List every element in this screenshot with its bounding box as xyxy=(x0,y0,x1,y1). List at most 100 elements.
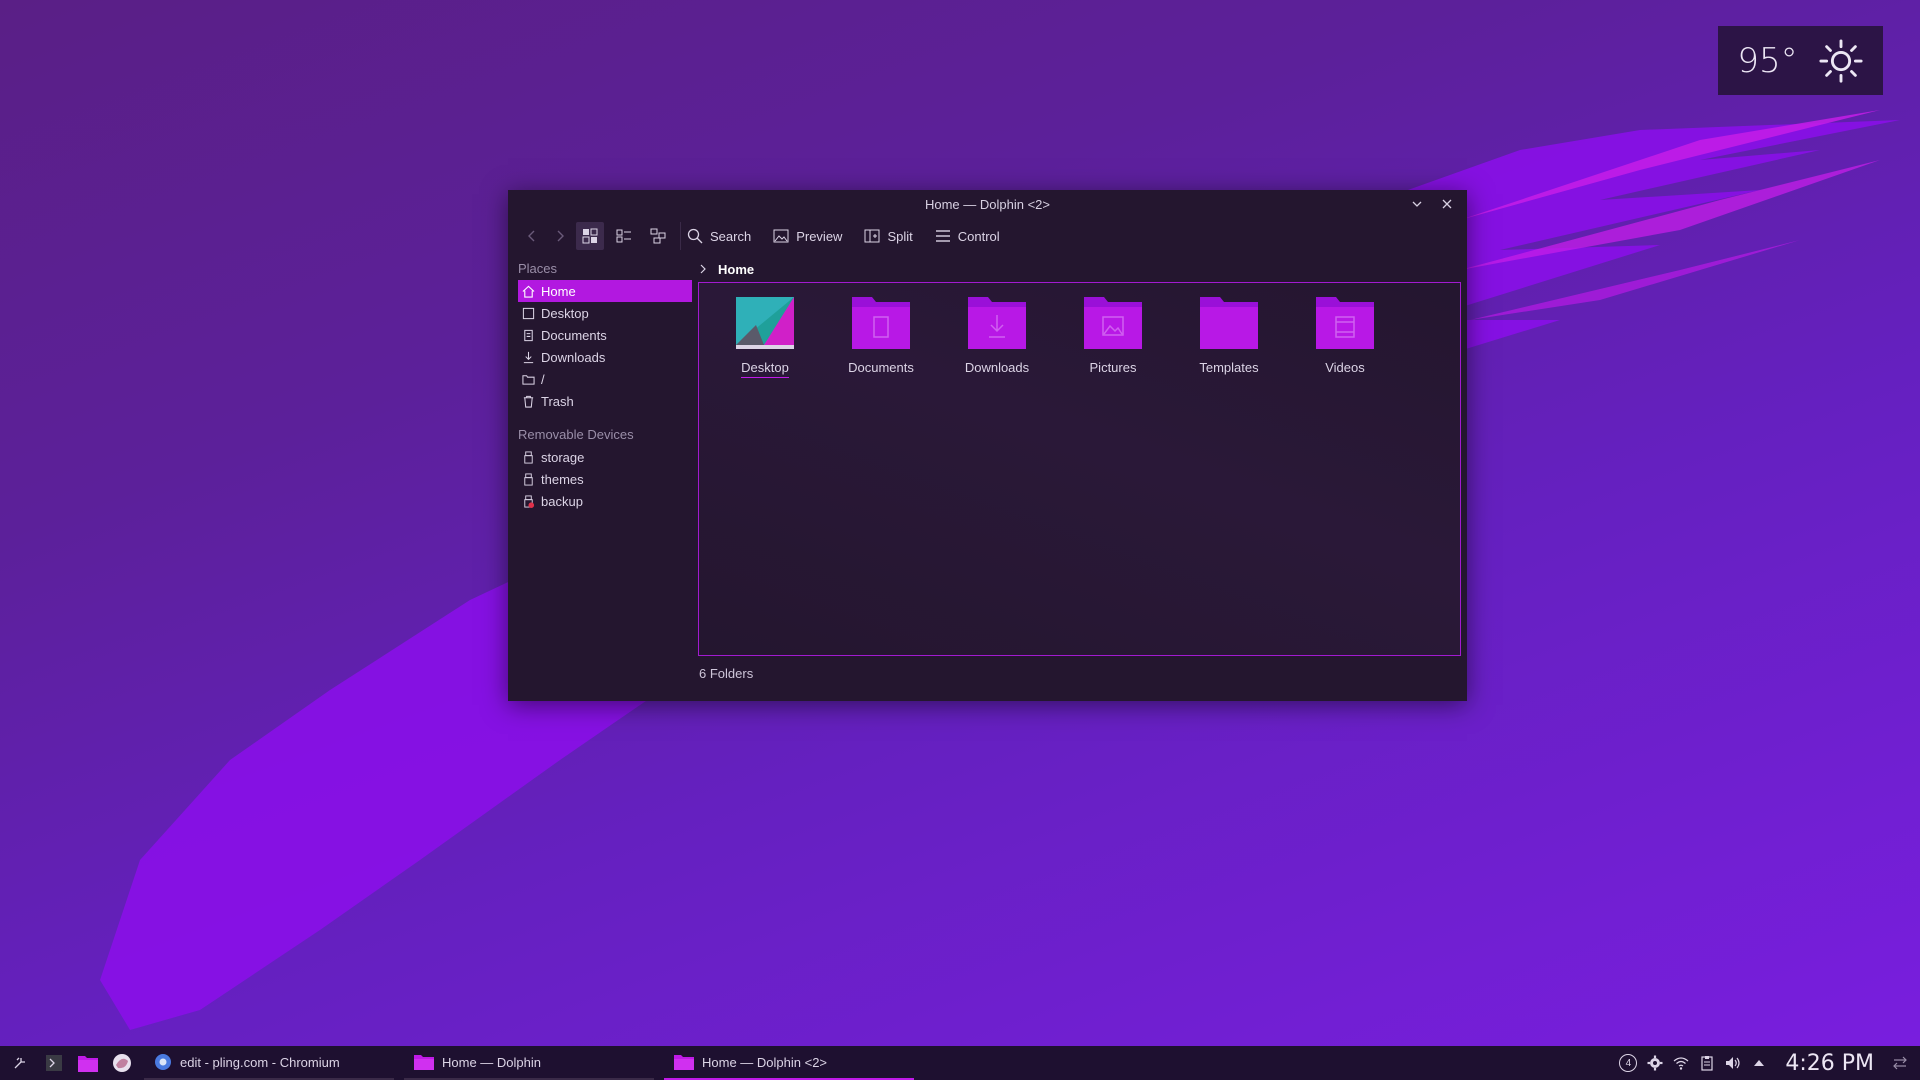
sidebar-item-backup[interactable]: backup xyxy=(518,490,692,512)
task-dolphin-2[interactable]: Home — Dolphin <2> xyxy=(664,1046,914,1080)
sidebar-item-label: Trash xyxy=(541,393,574,409)
split-button[interactable]: Split xyxy=(864,228,913,244)
window-title: Home — Dolphin <2> xyxy=(924,196,1050,212)
task-dolphin-1[interactable]: Home — Dolphin xyxy=(404,1046,654,1080)
file-manager-launcher[interactable] xyxy=(74,1049,102,1077)
hamburger-menu-icon xyxy=(935,230,950,242)
app-launcher-button[interactable] xyxy=(6,1049,34,1077)
status-bar-text: 6 Folders xyxy=(699,666,754,681)
close-button[interactable] xyxy=(1437,194,1457,214)
sidebar-item-documents[interactable]: Documents xyxy=(518,324,692,346)
sidebar-item-trash[interactable]: Trash xyxy=(518,390,692,412)
compact-view-icon xyxy=(616,229,631,243)
terminal-launcher[interactable] xyxy=(40,1049,68,1077)
templates-folder-icon xyxy=(1200,297,1258,349)
file-item-documents[interactable]: Documents xyxy=(831,295,931,375)
temperature-text: 95° xyxy=(1737,40,1798,81)
usb-icon xyxy=(524,450,533,464)
sidebar-item-label: themes xyxy=(541,471,584,487)
file-name: Pictures xyxy=(1089,360,1137,375)
clock[interactable]: 4:26 PM xyxy=(1785,1051,1874,1076)
chevron-right-icon xyxy=(700,264,706,274)
documents-icon xyxy=(524,329,533,341)
panel-settings-icon[interactable] xyxy=(1892,1055,1908,1071)
task-label: edit - pling.com - Chromium xyxy=(180,1054,340,1070)
places-heading: Places xyxy=(518,261,558,276)
sidebar-item-label: Desktop xyxy=(541,305,589,321)
window-titlebar[interactable]: Home — Dolphin <2> xyxy=(508,190,1467,218)
preview-button[interactable]: Preview xyxy=(773,228,842,244)
file-name: Documents xyxy=(848,360,914,375)
file-name: Videos xyxy=(1325,360,1365,375)
grid-view-icon xyxy=(582,228,598,244)
home-icon xyxy=(522,285,535,298)
search-icon xyxy=(687,228,703,244)
sidebar-item-label: backup xyxy=(541,493,583,509)
split-label: Split xyxy=(887,228,913,244)
dolphin-window: Home — Dolphin <2> Search Preview Split … xyxy=(508,190,1467,701)
dolphin-icon xyxy=(414,1055,434,1070)
clipboard-icon[interactable] xyxy=(1699,1055,1715,1071)
weather-widget[interactable]: 95° xyxy=(1718,26,1883,95)
notification-count: 4 xyxy=(1625,1057,1632,1069)
sidebar-item-label: storage xyxy=(541,449,585,465)
desktop-folder-icon xyxy=(736,297,794,349)
notifications-button[interactable]: 4 xyxy=(1619,1054,1638,1072)
details-view-button[interactable] xyxy=(644,222,672,250)
chevron-up-icon[interactable] xyxy=(1751,1055,1767,1071)
sidebar-item-desktop[interactable]: Desktop xyxy=(518,302,692,324)
breadcrumb[interactable]: Home xyxy=(698,258,754,280)
forward-button[interactable] xyxy=(548,222,572,250)
task-chromium[interactable]: edit - pling.com - Chromium xyxy=(144,1046,394,1080)
downloads-icon xyxy=(523,351,534,363)
sidebar-item-home[interactable]: Home xyxy=(518,280,692,302)
chromium-icon xyxy=(155,1054,171,1070)
close-icon xyxy=(1442,199,1452,209)
usb-unmounted-icon xyxy=(524,494,535,508)
sun-icon xyxy=(1819,38,1863,83)
system-tray: 4 4:26 PM xyxy=(1619,1046,1920,1080)
breadcrumb-home[interactable]: Home xyxy=(718,262,754,277)
tree-view-icon xyxy=(650,228,666,244)
sidebar-item-storage[interactable]: storage xyxy=(518,446,692,468)
control-label: Control xyxy=(957,228,1000,244)
minimize-button[interactable] xyxy=(1407,194,1427,214)
browser-launcher[interactable] xyxy=(108,1049,136,1077)
sidebar-item-root[interactable]: / xyxy=(518,368,692,390)
wifi-icon[interactable] xyxy=(1673,1055,1689,1071)
file-item-downloads[interactable]: Downloads xyxy=(947,295,1047,375)
documents-folder-icon xyxy=(852,297,910,349)
file-item-templates[interactable]: Templates xyxy=(1179,295,1279,375)
compact-view-button[interactable] xyxy=(610,222,638,250)
usb-icon xyxy=(524,472,533,486)
file-name: Downloads xyxy=(964,360,1030,375)
firefox-icon xyxy=(113,1054,131,1072)
back-button[interactable] xyxy=(520,222,544,250)
terminal-icon xyxy=(46,1055,62,1071)
pictures-folder-icon xyxy=(1084,297,1142,349)
settings-gear-icon[interactable] xyxy=(1647,1055,1663,1071)
sidebar-item-themes[interactable]: themes xyxy=(518,468,692,490)
folder-icon xyxy=(522,374,535,385)
file-item-pictures[interactable]: Pictures xyxy=(1063,295,1163,375)
volume-icon[interactable] xyxy=(1725,1055,1741,1071)
dolphin-icon xyxy=(674,1055,694,1070)
sidebar-item-label: / xyxy=(541,371,545,387)
preview-label: Preview xyxy=(796,228,843,244)
desktop: 95° Home — Dolphin <2> Search Preview Sp… xyxy=(0,0,1920,1080)
task-label: Home — Dolphin xyxy=(442,1054,541,1070)
window-body: Places Home Desktop Documents Downloads xyxy=(508,254,1467,701)
search-button[interactable]: Search xyxy=(687,228,751,244)
file-item-desktop[interactable]: Desktop xyxy=(715,295,815,378)
desktop-icon xyxy=(522,307,535,319)
file-view[interactable]: Desktop Documents Downloads Pictures Tem… xyxy=(698,282,1461,656)
file-name: Desktop xyxy=(741,360,789,378)
sidebar-item-label: Home xyxy=(541,283,576,299)
image-icon xyxy=(773,229,789,243)
file-item-videos[interactable]: Videos xyxy=(1295,295,1395,375)
arrow-left-icon xyxy=(528,230,535,242)
folder-icon xyxy=(78,1056,98,1072)
icons-view-button[interactable] xyxy=(576,222,604,250)
control-menu-button[interactable]: Control xyxy=(935,228,1000,244)
sidebar-item-downloads[interactable]: Downloads xyxy=(518,346,692,368)
